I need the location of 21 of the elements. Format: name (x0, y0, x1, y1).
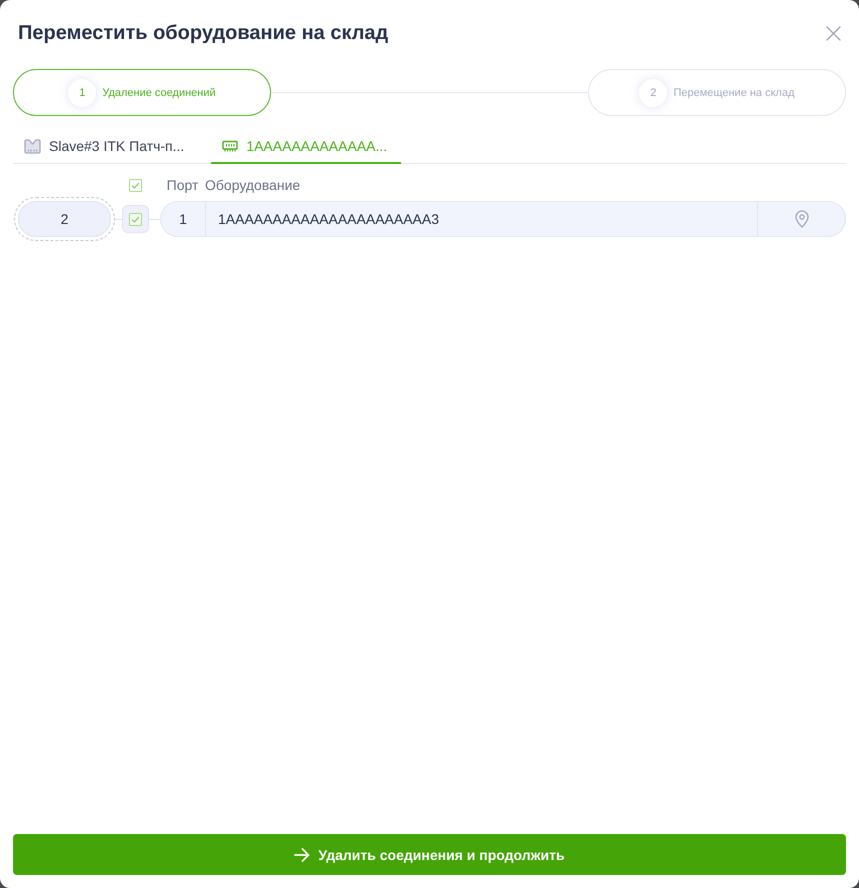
arrow-right-icon (294, 848, 310, 862)
device-icon (24, 138, 41, 154)
chip-icon (222, 140, 238, 152)
step-label: Перемещение на склад (673, 86, 795, 98)
row-checkbox[interactable] (129, 212, 142, 226)
location-pin-icon (794, 210, 808, 228)
column-header: Оборудование (205, 177, 300, 193)
step-number: 1 (68, 78, 96, 106)
port-cell: 1 (161, 202, 206, 236)
column-header: Порт (166, 177, 200, 193)
dialog-title: Переместить оборудование на склад (18, 21, 388, 46)
select-all-checkbox[interactable] (129, 178, 142, 192)
tab[interactable]: 1AAAAAAAAAAAAA... (211, 130, 402, 164)
close-button[interactable] (826, 26, 841, 40)
close-icon (826, 26, 841, 40)
step-number: 2 (639, 78, 668, 106)
tab[interactable]: Slave#3 ITK Патч-п... (13, 130, 198, 164)
delete-connections-button[interactable]: Удалить соединения и продолжить (13, 834, 846, 875)
step-label: Удаление соединений (102, 86, 216, 98)
equipment-cell-text: 1AAAAAAAAAAAAAAAAAAAAAA3 (217, 210, 440, 229)
group-number: 2 (14, 197, 115, 241)
